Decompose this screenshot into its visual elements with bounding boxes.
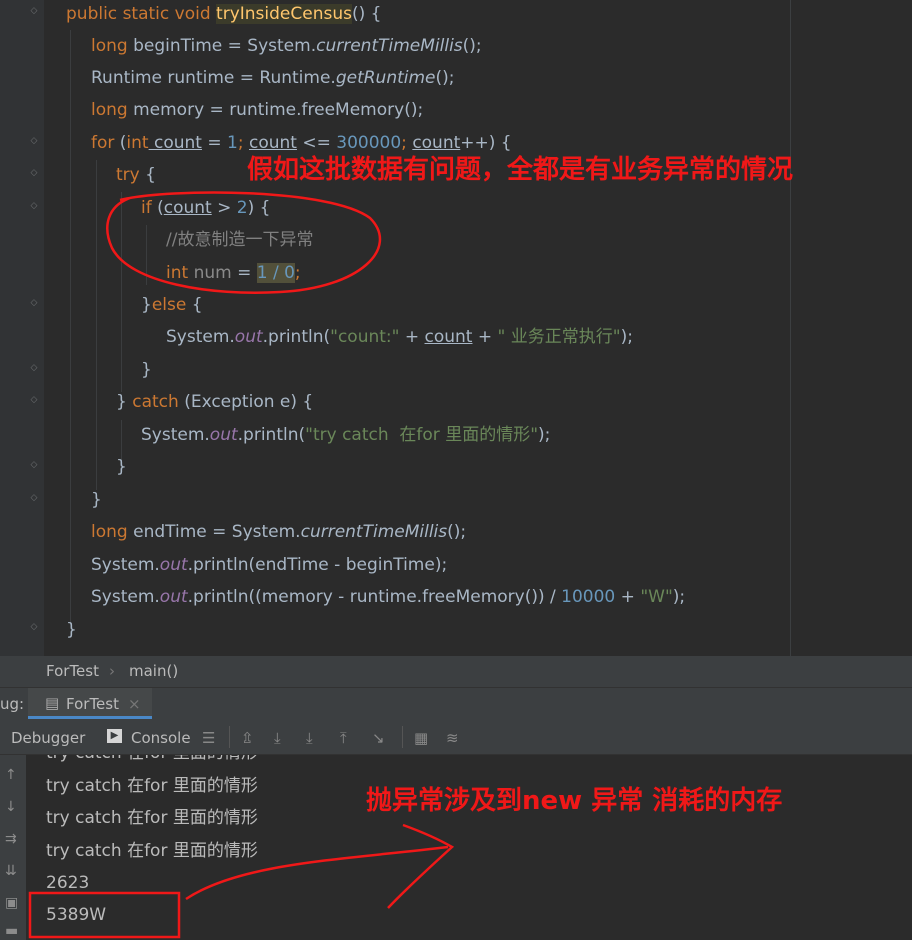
scroll-to-end-icon[interactable]: ⇊ [5, 863, 17, 879]
tab-fortest[interactable]: ▤ ForTest × [28, 688, 152, 719]
annotation-circle [106, 191, 382, 294]
fold-icon[interactable]: ◇ [29, 168, 39, 179]
code-line-method-signature[interactable]: public static void tryInsideCensus() { [66, 3, 381, 25]
code-line-catch[interactable]: } catch (Exception e) { [116, 391, 313, 413]
evaluate-expression-icon[interactable]: ▦ [414, 729, 428, 747]
console-side-toolbar: ↑ ↓ ⇉ ⇊ ▣ ▬ [0, 755, 26, 940]
breadcrumb-separator-icon: › [109, 662, 115, 680]
right-margin-guide [790, 0, 791, 656]
code-line[interactable]: } [141, 359, 152, 381]
tab-console[interactable]: Console [131, 728, 191, 748]
annotation-arrow [28, 823, 455, 939]
fold-icon[interactable]: ◇ [29, 201, 39, 212]
code-line[interactable]: System.out.println(endTime - beginTime); [91, 554, 447, 576]
debug-label: ug: [0, 695, 25, 713]
annotation-top-note: 假如这批数据有问题，全都是有业务异常的情况 [247, 155, 794, 185]
code-line[interactable]: } [116, 456, 127, 478]
tab-debugger[interactable]: Debugger [11, 728, 85, 748]
code-line[interactable]: } [66, 619, 77, 641]
code-line[interactable]: System.out.println((memory - runtime.fre… [91, 586, 685, 608]
code-line[interactable]: System.out.println("try catch 在for 里面的情形… [141, 424, 550, 446]
indent-guide [70, 30, 71, 625]
fold-icon[interactable]: ◇ [29, 136, 39, 147]
toolbar-divider [229, 726, 230, 748]
console-window-icon: ▤ [45, 694, 60, 712]
code-line[interactable]: } [91, 489, 102, 511]
code-line-try[interactable]: try { [116, 164, 156, 186]
editor-gutter [0, 0, 44, 656]
debugger-toolbar: Debugger ▶ Console ☰ ⇫ ⤓ ⤓ ⤒ ↘ ▦ ≋ [0, 720, 912, 755]
soft-wrap-icon[interactable]: ⇉ [5, 831, 17, 847]
breadcrumb: ForTest › main() [0, 656, 912, 687]
tab-fortest-label: ForTest [66, 695, 119, 713]
breadcrumb-method[interactable]: main() [129, 661, 178, 681]
code-line[interactable]: System.out.println("count:" + count + " … [166, 326, 633, 348]
indent-guide [96, 160, 97, 490]
code-line[interactable]: long memory = runtime.freeMemory(); [91, 99, 423, 121]
fold-icon[interactable]: ◇ [29, 460, 39, 471]
show-execution-point-icon[interactable]: ⇫ [241, 729, 254, 747]
trace-icon[interactable]: ≋ [446, 729, 459, 747]
run-to-cursor-icon[interactable]: ↘ [372, 729, 385, 747]
print-icon[interactable]: ▣ [5, 895, 18, 911]
scroll-down-icon[interactable]: ↓ [5, 799, 17, 815]
fold-icon[interactable]: ◇ [29, 493, 39, 504]
scroll-up-icon[interactable]: ↑ [5, 767, 17, 783]
fold-icon[interactable]: ◇ [29, 363, 39, 374]
fold-icon[interactable]: ◇ [29, 395, 39, 406]
code-line[interactable]: Runtime runtime = Runtime.getRuntime(); [91, 67, 455, 89]
menu-icon[interactable]: ☰ [202, 729, 215, 747]
step-into-icon[interactable]: ⤓ [306, 729, 313, 747]
code-line-for-loop[interactable]: for (int count = 1; count <= 300000; cou… [91, 132, 512, 154]
code-line[interactable]: long endTime = System.currentTimeMillis(… [91, 521, 466, 543]
fold-icon[interactable]: ◇ [29, 298, 39, 309]
console-icon: ▶ [107, 729, 122, 743]
code-editor[interactable]: ◇ ◇ ◇ ◇ ◇ ◇ ◇ ◇ ◇ ◇ public static void t… [0, 0, 912, 656]
fold-icon[interactable]: ◇ [29, 622, 39, 633]
code-line[interactable]: long beginTime = System.currentTimeMilli… [91, 35, 482, 57]
close-icon[interactable]: × [128, 694, 141, 714]
step-out-icon[interactable]: ⤒ [340, 729, 347, 747]
fold-icon[interactable]: ◇ [29, 6, 39, 17]
clear-icon[interactable]: ▬ [5, 923, 18, 939]
breadcrumb-class[interactable]: ForTest [46, 661, 99, 681]
toolbar-divider [402, 726, 403, 748]
step-over-icon[interactable]: ⤓ [274, 729, 281, 747]
console-output[interactable]: try catch 在for 里面的情形 try catch 在for 里面的情… [0, 755, 912, 940]
debug-tab-bar: ug: ▤ ForTest × [0, 687, 912, 720]
